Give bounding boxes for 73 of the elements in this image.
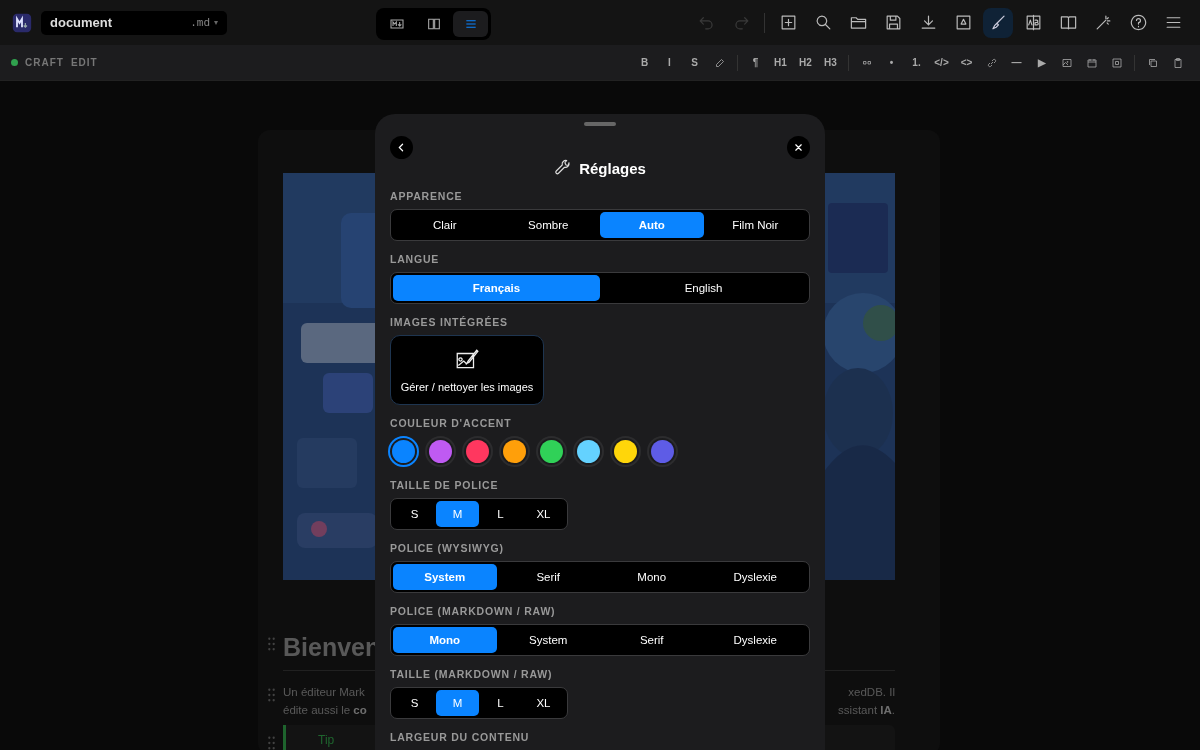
segment-option[interactable]: M [436,690,479,716]
segment-option[interactable]: M [436,501,479,527]
drag-handle-icon[interactable] [267,688,276,702]
format-button[interactable]: 1. [904,51,929,74]
segment-option[interactable]: XL [522,690,565,716]
segment-option[interactable]: L [479,690,522,716]
status-dot-icon [11,59,18,66]
format-button[interactable]: ¶ [743,51,768,74]
format-button[interactable]: ▶ [1029,51,1054,74]
segment-option[interactable]: Film Noir [703,212,807,238]
section-label: COULEUR D'ACCENT [390,417,513,430]
wrench-icon [554,159,573,177]
mode-label: EDIT [70,57,98,68]
toolbar-button[interactable] [983,7,1013,38]
format-button[interactable]: H1 [768,51,793,74]
segment-option[interactable]: Serif [496,564,600,590]
format-button[interactable]: <> [954,51,979,74]
paragraph-text: Un éditeur Mark [283,685,365,700]
segment-option[interactable]: Serif [600,627,704,653]
section-label: APPARENCE [390,190,464,203]
format-button[interactable]: — [1004,51,1029,74]
segment-option[interactable]: Auto [600,212,704,238]
drag-handle-icon[interactable] [267,637,276,651]
segment-option[interactable]: Dyslexie [703,627,807,653]
pencil-icon [713,56,726,69]
segment-option[interactable]: System [393,564,497,590]
segment-option[interactable]: System [496,627,600,653]
segment-option[interactable]: S [393,501,436,527]
format-button[interactable]: S [682,51,707,74]
paragraph-text: ssistant IA. [838,703,895,718]
format-button[interactable]: B [632,51,657,74]
drag-handle[interactable] [584,122,616,126]
app-logo-icon [12,12,32,33]
calendar-icon [1085,56,1098,69]
segment-option[interactable]: Dyslexie [703,564,807,590]
segment-option[interactable]: S [393,690,436,716]
section-label: IMAGES INTÉGRÉES [390,316,509,329]
format-button[interactable]: H3 [818,51,843,74]
segment-option[interactable]: Clair [393,212,497,238]
link-icon [985,56,998,69]
segment-option[interactable]: Mono [393,627,497,653]
file-name-field[interactable]: document .md ▾ [41,10,227,35]
frame-icon [1110,56,1123,69]
close-button[interactable] [787,136,810,159]
markdown-icon [388,16,405,32]
clipboard-icon [1171,56,1184,69]
section-label: LARGEUR DU CONTENU [390,731,531,744]
segment-option[interactable]: L [479,501,522,527]
close-icon [792,141,805,154]
segment-option[interactable]: Mono [600,564,704,590]
section-label: TAILLE DE POLICE [390,479,500,492]
back-button[interactable] [390,136,413,159]
segment-option[interactable]: Français [393,275,600,301]
segment-option[interactable]: Sombre [496,212,600,238]
drag-handle-icon[interactable] [267,736,276,750]
format-button[interactable]: </> [929,51,954,74]
section-label: POLICE (MARKDOWN / RAW) [390,605,557,618]
section-label: POLICE (WYSIWYG) [390,542,505,555]
format-button[interactable]: I [657,51,682,74]
settings-title: Réglages [579,159,646,177]
paragraph-text: édite aussi le co [283,703,367,718]
section-label: TAILLE (MARKDOWN / RAW) [390,668,554,681]
format-button[interactable]: H2 [793,51,818,74]
section-label: LANGUE [390,253,441,266]
segment-option[interactable]: English [600,275,807,301]
copy-icon [1146,56,1159,69]
segment-option[interactable]: XL [522,501,565,527]
split-view-icon [425,16,442,32]
manage-images-button[interactable]: Gérer / nettoyer les images [390,335,544,405]
image-icon [1060,56,1073,69]
format-button[interactable]: • [879,51,904,74]
mode-label: CRAFT [25,57,64,68]
callout-title: Tip [318,733,335,747]
